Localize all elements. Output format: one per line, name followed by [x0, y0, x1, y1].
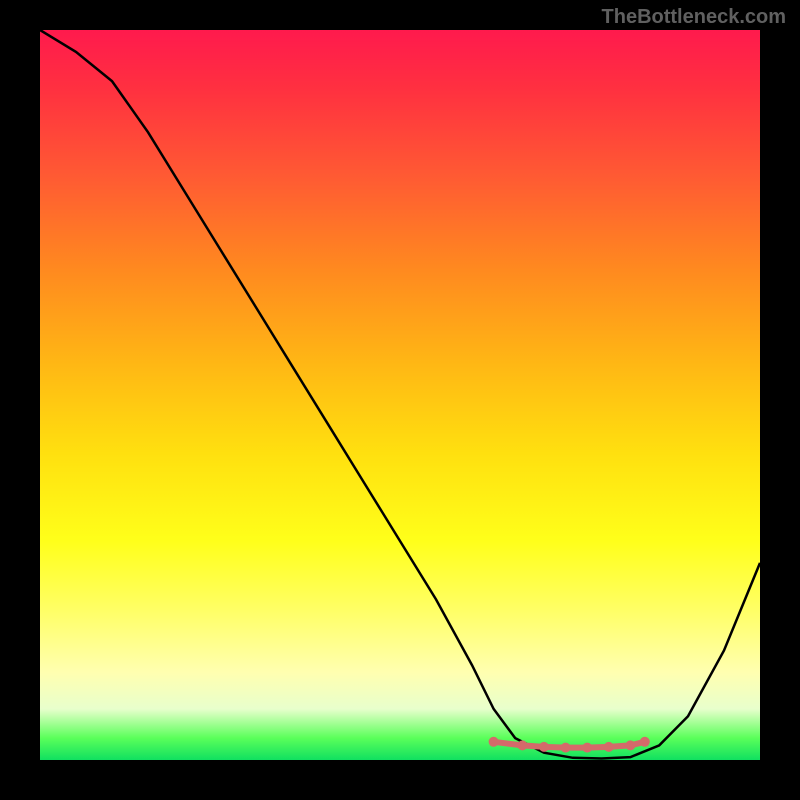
highlight-dot [539, 742, 549, 752]
chart-plot-area [40, 30, 760, 760]
bottleneck-curve-path [40, 30, 760, 759]
bottleneck-chart-svg [40, 30, 760, 760]
highlight-dots-group [489, 737, 650, 753]
highlight-dot [625, 740, 635, 750]
watermark-text: TheBottleneck.com [602, 6, 786, 29]
highlight-dot [640, 737, 650, 747]
highlight-dot [489, 737, 499, 747]
highlight-dot [582, 743, 592, 753]
highlight-dot [604, 742, 614, 752]
highlight-dot [561, 743, 571, 753]
highlight-dot [517, 740, 527, 750]
